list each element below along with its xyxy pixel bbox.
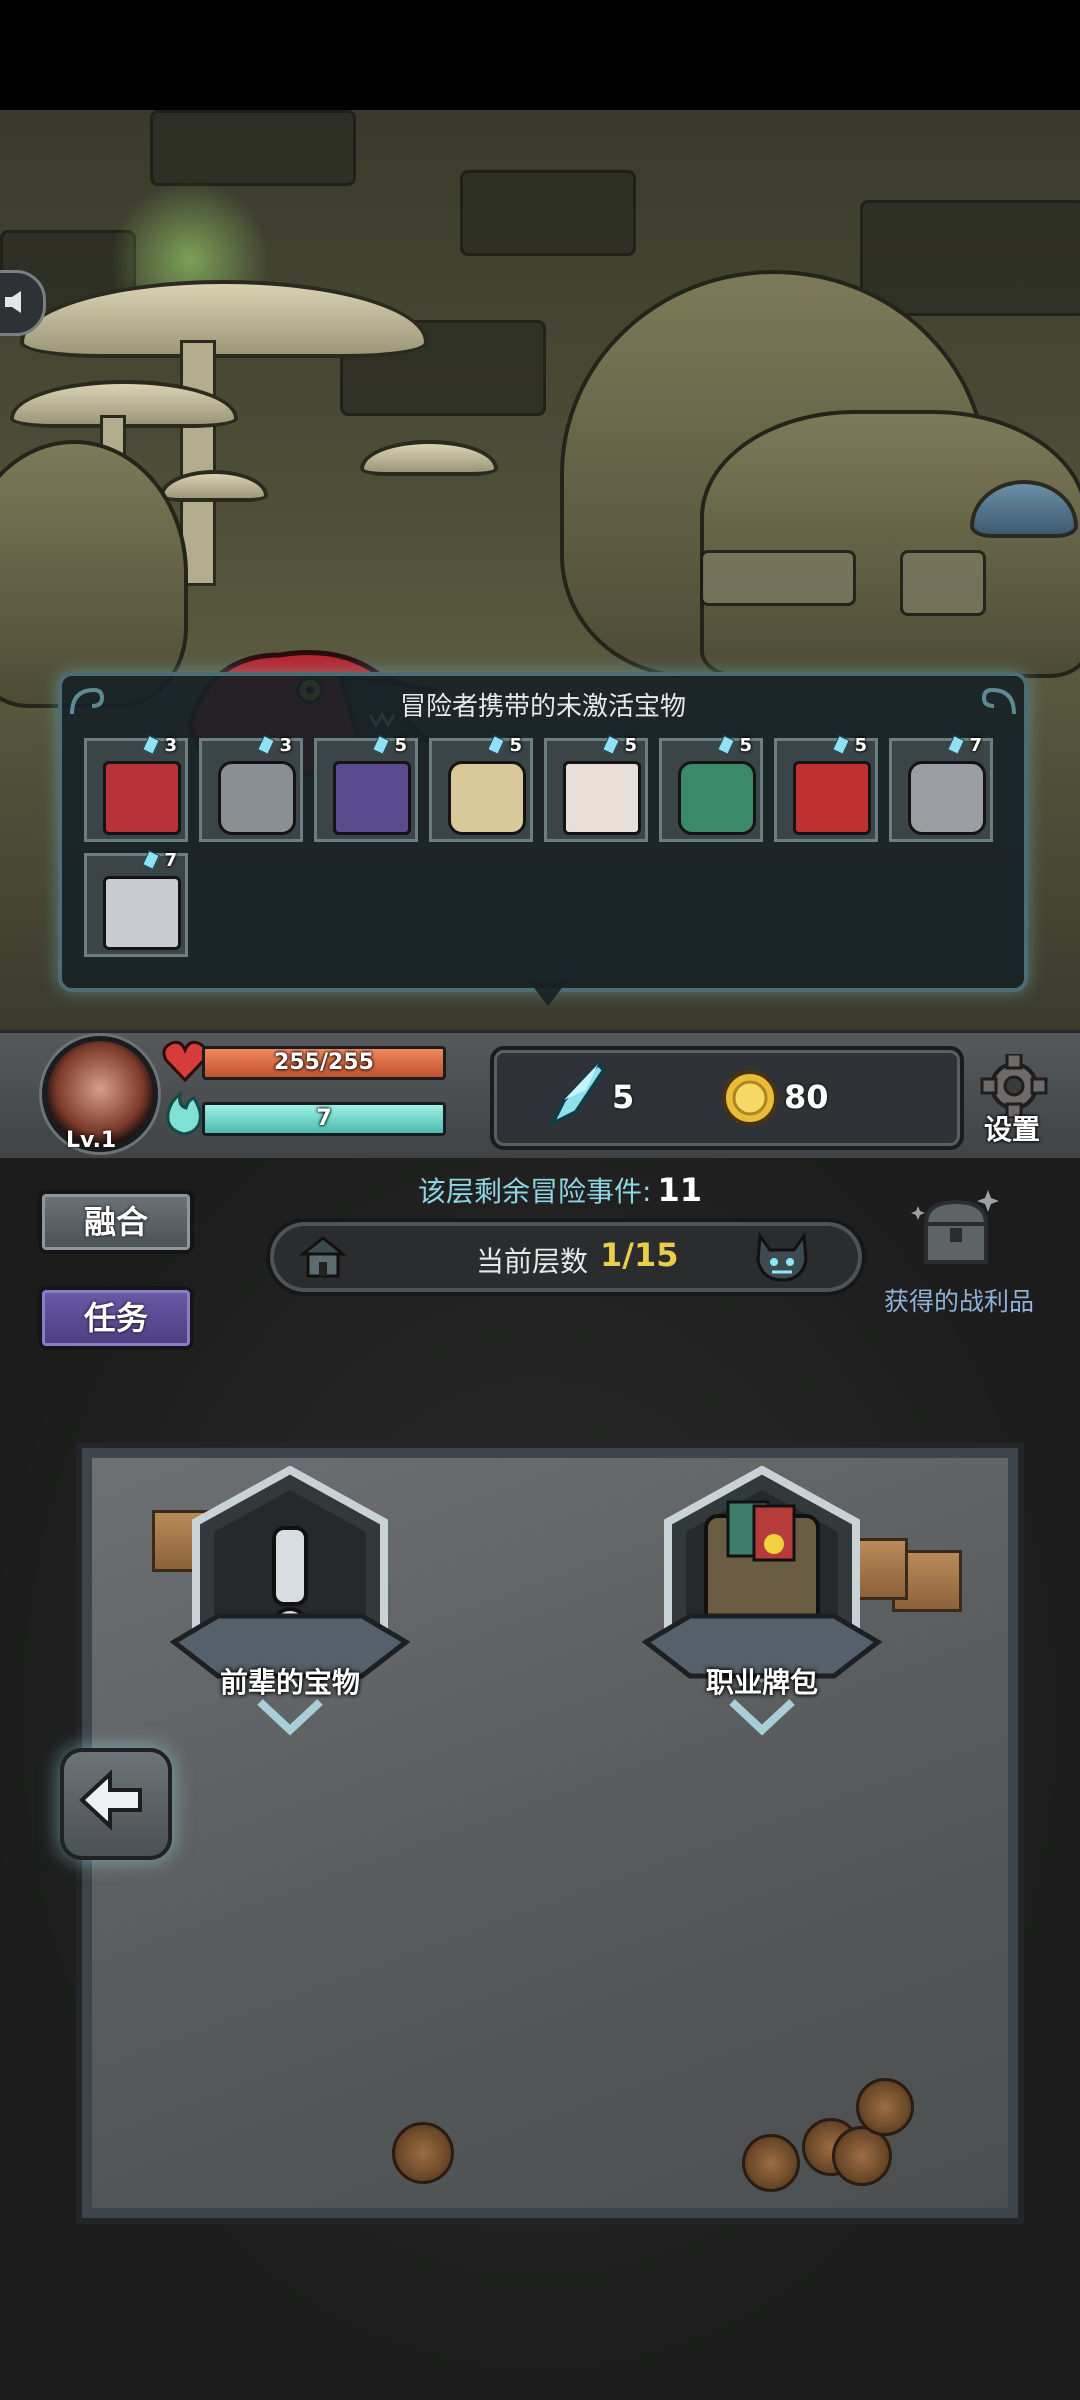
crystal-count: 5	[612, 1078, 635, 1116]
treasure-slot-lucky-cat[interactable]: 5	[544, 735, 648, 842]
crystal-cost-icon	[602, 735, 620, 755]
events-remaining-label: 该层剩余冒险事件:	[418, 1175, 652, 1208]
treasure-slot-cleaver[interactable]: 3	[199, 735, 303, 842]
crystal-cost-icon	[832, 735, 850, 755]
card-pack-icon	[641, 1465, 883, 1736]
crystal-cost-icon	[372, 735, 390, 755]
spellbook-icon	[333, 761, 411, 835]
room-node-card-pack[interactable]: 职业牌包	[641, 1465, 883, 1766]
gold-coin-count: 80	[784, 1078, 829, 1116]
treasure-panel-title: 冒险者携带的未激活宝物	[399, 692, 686, 722]
treasure-slot-boxing-glove[interactable]: 5	[774, 735, 878, 842]
crystal-cost-icon	[947, 735, 965, 755]
hp-bar: 255/255	[202, 1046, 446, 1080]
boss-demon-icon	[756, 1231, 808, 1282]
player-level: Lv.1	[66, 1128, 117, 1153]
treasure-cost: 3	[164, 735, 177, 756]
treasure-slot-chainsaw[interactable]: 7	[84, 850, 188, 957]
arrow-left-icon	[79, 1769, 142, 1831]
fish-icon	[678, 761, 756, 835]
fusion-button[interactable]: 融合	[38, 1190, 194, 1254]
current-floor-value: 1/15	[600, 1236, 679, 1274]
boxing-glove-icon	[793, 761, 871, 835]
robot-head-icon	[908, 761, 986, 835]
loot-label: 获得的战利品	[884, 1287, 1035, 1316]
treasure-slot-fish[interactable]: 5	[659, 735, 763, 842]
treasure-slot-robot-head[interactable]: 7	[889, 735, 993, 842]
gold-coin-icon	[722, 1070, 778, 1126]
cleaver-icon	[218, 761, 296, 835]
room-node-card-pack-label: 职业牌包	[705, 1666, 818, 1699]
treasure-cost: 5	[624, 735, 637, 756]
treasure-cost: 5	[394, 735, 407, 756]
treasure-cost: 5	[509, 735, 522, 756]
lucky-cat-icon	[563, 761, 641, 835]
loot-button[interactable]	[908, 1184, 1004, 1274]
events-remaining: 该层剩余冒险事件: 11	[418, 1170, 702, 1210]
crystal-cost-icon	[717, 735, 735, 755]
corner-ornament-right-icon	[981, 687, 1016, 715]
speaker-icon	[5, 291, 21, 313]
status-bar	[0, 0, 1080, 110]
corner-ornament-left-icon	[70, 687, 105, 715]
mana-flame-icon	[166, 1090, 202, 1136]
treasure-cost: 5	[854, 735, 867, 756]
back-button[interactable]	[60, 1748, 172, 1860]
axe-icon	[103, 761, 181, 835]
hp-value: 255/255	[274, 1050, 374, 1075]
treasure-cost: 7	[969, 735, 982, 756]
unactivated-treasure-panel: 冒险者携带的未激活宝物 3 3 5 5 5 5 5 7 7	[58, 672, 1028, 992]
chainsaw-icon	[103, 876, 181, 950]
crystal-cost-icon	[142, 735, 160, 755]
house-icon	[298, 1236, 348, 1278]
settings-label: 设置	[984, 1113, 1041, 1146]
crystal-cost-icon	[257, 735, 275, 755]
treasure-chest-icon	[911, 1190, 999, 1264]
mana-bar: 7	[202, 1102, 446, 1136]
map-scroll-icon	[448, 761, 526, 835]
crystal-cost-icon	[487, 735, 505, 755]
crystal-cost-icon	[142, 850, 160, 870]
treasure-cost: 5	[739, 735, 752, 756]
exclamation-icon	[169, 1465, 411, 1736]
mana-value: 7	[316, 1106, 332, 1131]
quest-button[interactable]: 任务	[38, 1286, 194, 1350]
room-node-treasure-label: 前辈的宝物	[219, 1666, 360, 1699]
events-remaining-count: 11	[657, 1171, 702, 1209]
room-node-treasure[interactable]: 前辈的宝物	[169, 1465, 411, 1766]
treasure-cost: 7	[164, 850, 177, 871]
panel-pointer	[528, 980, 568, 1006]
treasure-slot-map-scroll[interactable]: 5	[429, 735, 533, 842]
crystal-icon	[547, 1061, 607, 1129]
treasure-cost: 3	[279, 735, 292, 756]
treasure-slot-axe[interactable]: 3	[84, 735, 188, 842]
current-floor-label: 当前层数	[476, 1245, 589, 1278]
treasure-slot-spellbook[interactable]: 5	[314, 735, 418, 842]
